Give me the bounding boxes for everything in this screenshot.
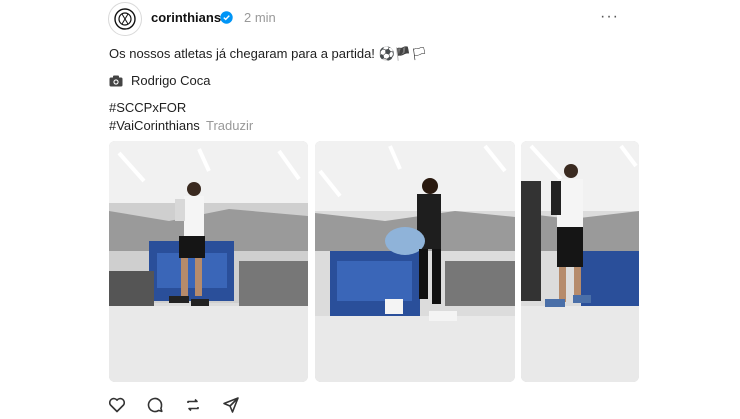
avatar[interactable]	[108, 2, 142, 36]
translate-link[interactable]: Traduzir	[206, 118, 253, 133]
comment-icon[interactable]	[146, 396, 164, 414]
post-photo-3[interactable]	[521, 141, 639, 382]
hashtag-sccpxfor[interactable]: #SCCPxFOR	[109, 100, 186, 115]
heart-icon[interactable]	[108, 396, 126, 414]
hashtag-vaicorinthians[interactable]: #VaiCorinthians	[109, 118, 200, 133]
post-photo-2[interactable]	[315, 141, 515, 382]
username[interactable]: corinthians	[151, 10, 221, 25]
photo-credit-name: Rodrigo Coca	[131, 73, 211, 88]
more-options-icon[interactable]: ···	[600, 8, 619, 26]
repost-icon[interactable]	[184, 396, 202, 414]
photo-credit: Rodrigo Coca	[109, 73, 211, 88]
post-actions	[108, 396, 240, 414]
corinthians-logo	[114, 8, 136, 30]
post-time: 2 min	[244, 10, 276, 25]
post-photo-1[interactable]	[109, 141, 308, 382]
share-icon[interactable]	[222, 396, 240, 414]
camera-icon	[109, 75, 123, 86]
post-caption: Os nossos atletas já chegaram para a par…	[109, 46, 428, 61]
verified-badge-icon	[220, 11, 233, 24]
